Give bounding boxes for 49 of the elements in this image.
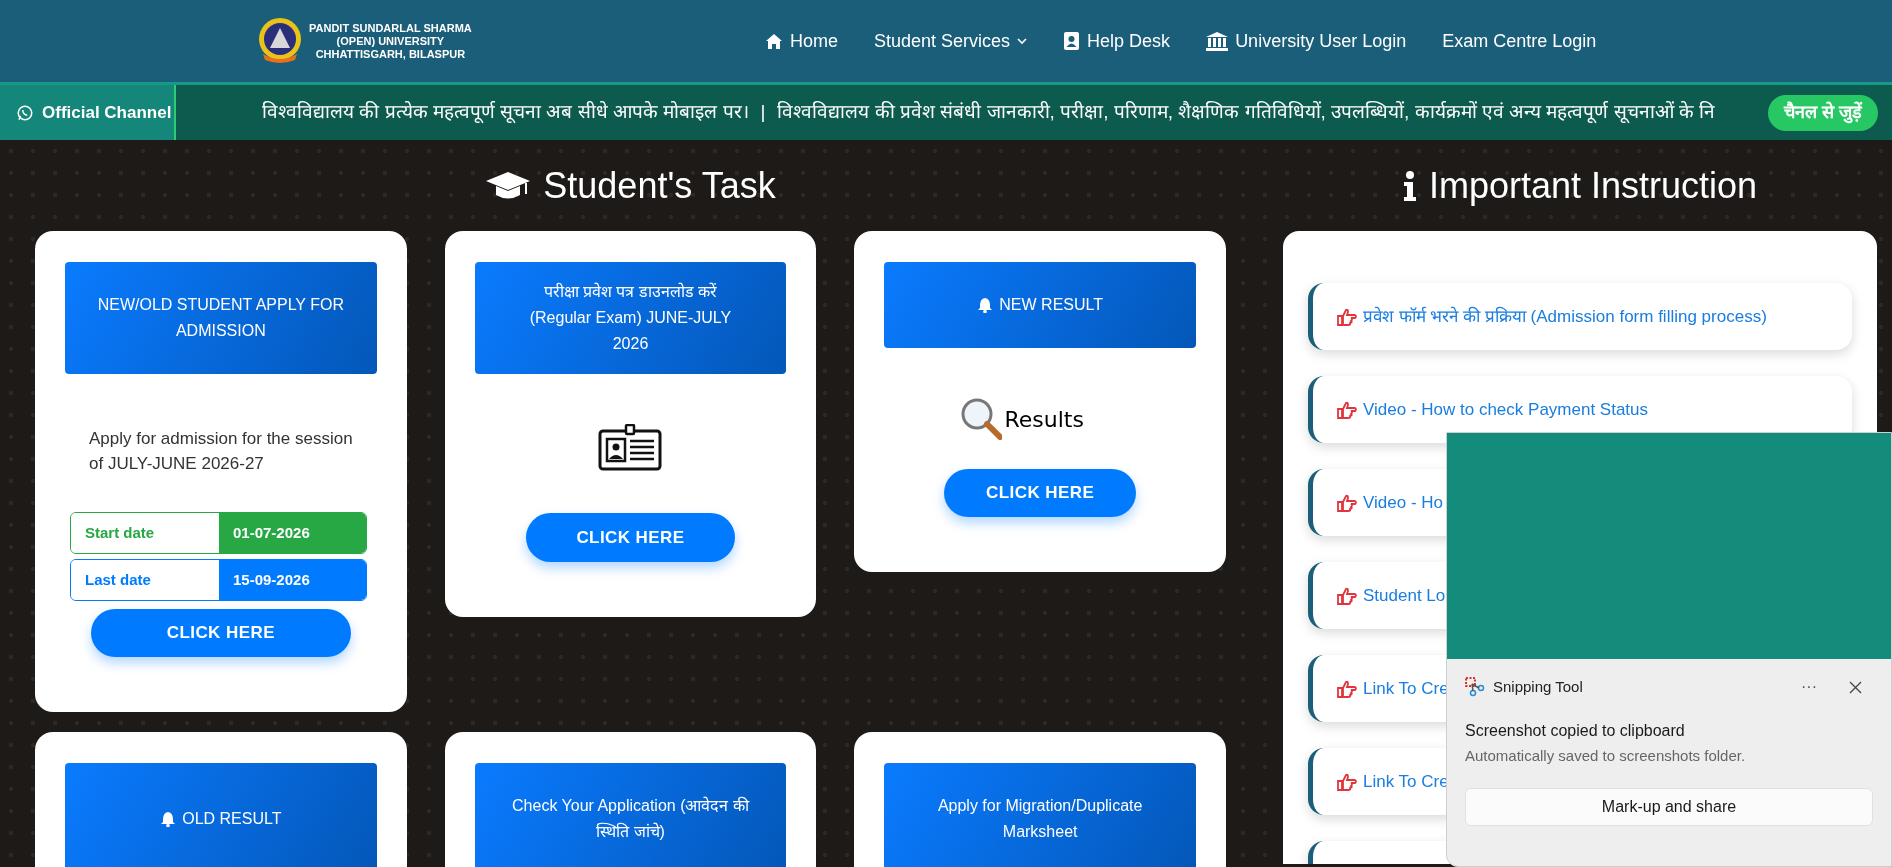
bell-icon	[977, 297, 994, 313]
card-heading: परीक्षा प्रवेश पत्र डाउनलोड करें (Regular Exam) JUNE-JULY 2026	[528, 281, 733, 354]
contact-book-icon	[1063, 32, 1081, 50]
close-icon	[1848, 680, 1862, 694]
nav-link[interactable]: Exam Centre Login	[1442, 27, 1597, 55]
scissors-icon	[1465, 677, 1485, 697]
home-icon	[765, 32, 783, 50]
nav-link[interactable]: Help Desk	[1063, 27, 1171, 55]
mark-up-button[interactable]: Mark-up and share	[1465, 787, 1873, 826]
pointing-hand-icon	[1337, 307, 1357, 326]
card-heading: Check Your Application (आवेदन की स्थिति जांचे)	[511, 795, 751, 842]
more-options-button[interactable]: ···	[1789, 675, 1829, 699]
section-title: Student's Task	[543, 163, 776, 208]
pointing-hand-icon	[1337, 493, 1357, 512]
click-here-button[interactable]: CLICK HERE	[526, 513, 735, 562]
card-heading: NEW RESULT	[999, 295, 1103, 315]
magnifier-icon	[960, 398, 1003, 440]
ticker-message: विश्वविद्यालय की प्रत्येक महत्वपूर्ण सूचना अब सीधे आपके मोबाइल पर।	[262, 100, 749, 125]
admission-description: Apply for admission for the session of JULY-JUNE 2026-27	[88, 428, 354, 475]
bank-building-icon	[1206, 31, 1229, 51]
official-channel-label: Official Channel	[0, 85, 176, 140]
pointing-hand-icon	[1337, 586, 1357, 605]
pointing-hand-icon	[1337, 772, 1357, 791]
pointing-hand-icon	[1337, 400, 1357, 419]
date-value: 15-09-2026	[219, 560, 366, 600]
date-value: 01-07-2026	[219, 513, 366, 553]
notification-message: Automatically saved to screenshots folder.	[1464, 746, 1747, 766]
ticker-message: विश्वविद्यालय की प्रवेश संबंधी जानकारी, परीक्षा, परिणाम, शैक्षणिक गतिविधियों, उपलब्धियों, कार्यक्रमों एवं अन्य महत्वपूर्ण सूचनाओं के नि	[777, 100, 1716, 125]
nav-link[interactable]: Student Services	[874, 27, 1028, 55]
card-heading: OLD RESULT	[182, 809, 282, 829]
results-label: Results	[1004, 405, 1084, 434]
card-heading: NEW/OLD STUDENT APPLY FOR ADMISSION	[96, 295, 345, 341]
click-here-button[interactable]: CLICK HERE	[944, 469, 1137, 517]
notification-title: Screenshot copied to clipboard	[1464, 721, 1686, 741]
pointing-hand-icon	[1337, 679, 1357, 698]
info-icon	[1402, 170, 1417, 201]
instruction-link[interactable]: प्रवेश फॉर्म भरने की प्रक्रिया (Admission form filling process)	[1308, 283, 1852, 350]
whatsapp-icon	[16, 103, 34, 122]
section-title: Important Instruction	[1428, 163, 1758, 208]
id-card-icon	[598, 424, 663, 472]
click-here-button[interactable]: CLICK HERE	[90, 609, 351, 657]
card-heading: Apply for Migration/Duplicate Marksheet	[936, 796, 1144, 842]
chevron-down-icon	[1017, 37, 1028, 45]
bell-icon	[160, 811, 177, 827]
nav-link[interactable]: Home	[765, 27, 838, 55]
university-name: PANDIT SUNDARLAL SHARMA (OPEN) UNIVERSITY CHHATTISGARH, BILASPUR	[309, 21, 472, 61]
nav-link[interactable]: University User Login	[1206, 27, 1407, 55]
separator: |	[760, 100, 766, 125]
app-name: Snipping Tool	[1493, 676, 1584, 697]
